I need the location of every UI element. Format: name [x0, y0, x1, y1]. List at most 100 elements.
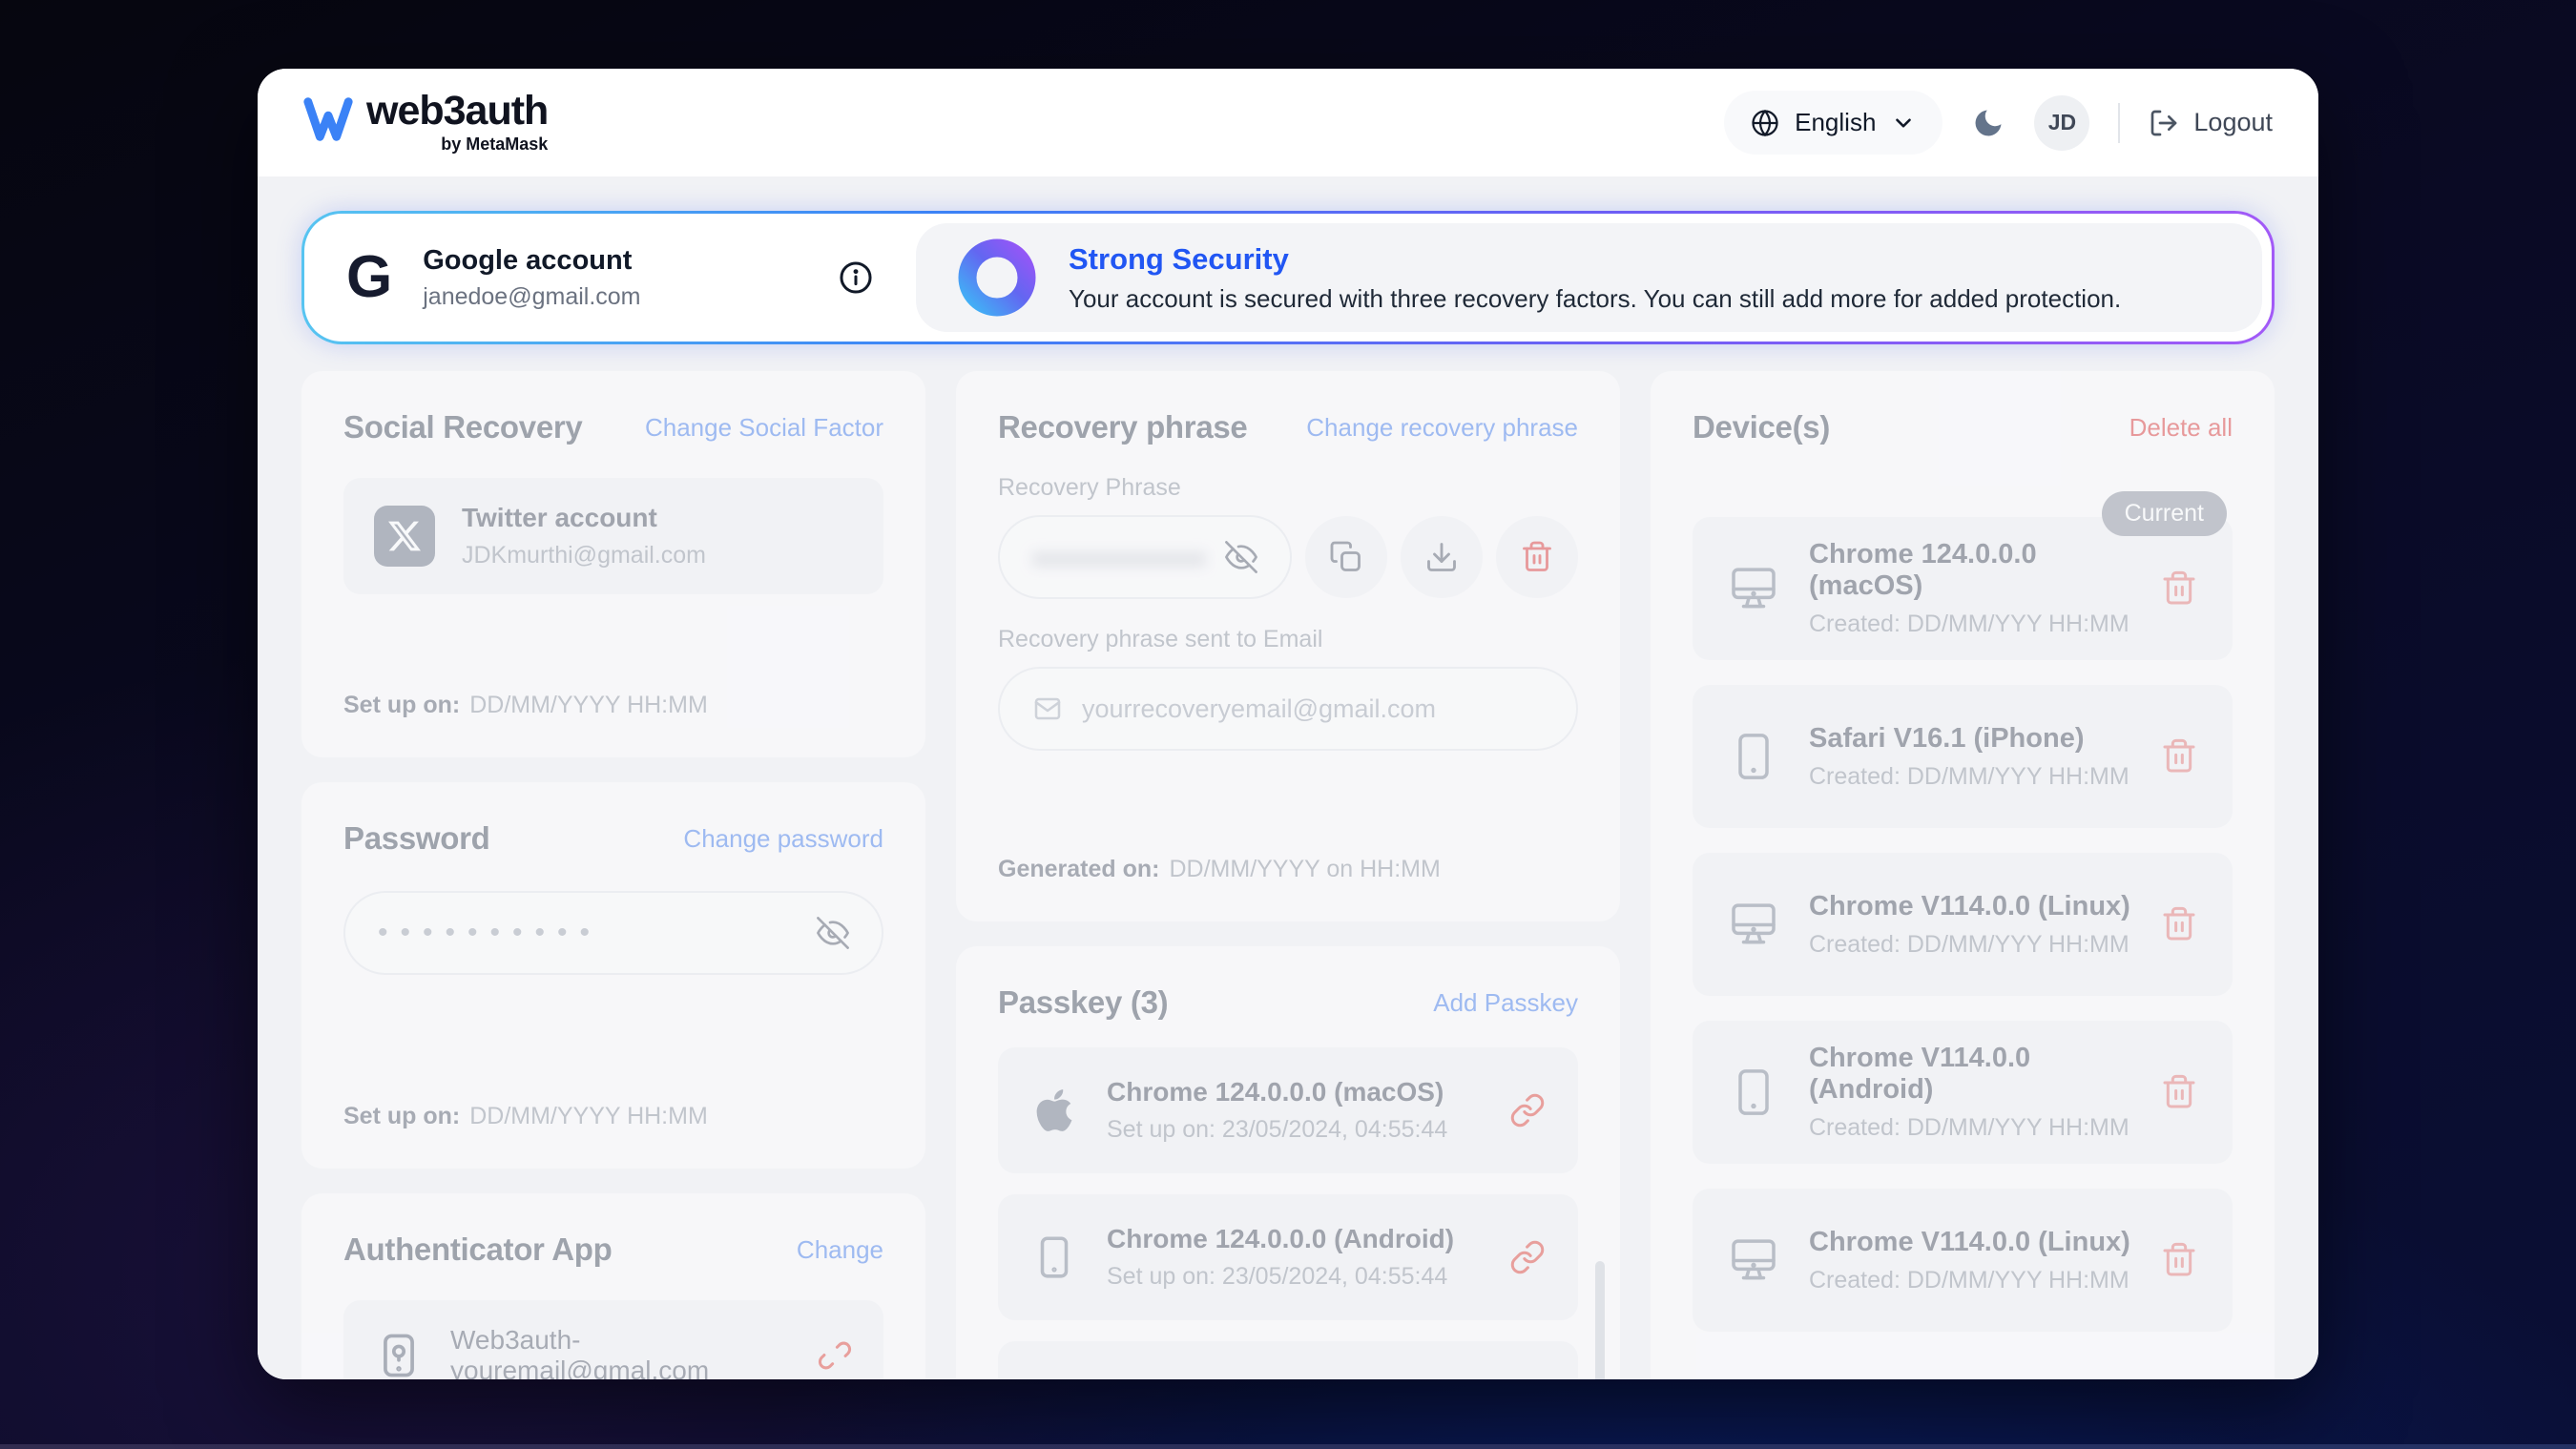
change-authenticator-link[interactable]: Change	[797, 1235, 883, 1265]
smartphone-icon	[1030, 1233, 1078, 1281]
devices-title: Device(s)	[1693, 409, 1830, 445]
device-item: Safari V16.1 (iPhone) Created: DD/MM/YYY…	[1693, 685, 2233, 828]
twitter-account-title: Twitter account	[462, 503, 706, 533]
recovery-email-value: yourrecoveryemail@gmail.com	[1082, 694, 1436, 724]
recovery-phrase-title: Recovery phrase	[998, 409, 1247, 445]
apple-icon	[1030, 1087, 1078, 1134]
google-icon: G	[346, 248, 392, 307]
security-title: Strong Security	[1069, 242, 2121, 277]
security-banner: G Google account janedoe@gmail.com	[301, 211, 2275, 344]
authenticator-account: Web3auth-youremail@gmal.com	[450, 1325, 790, 1379]
password-masked-value: ••••••••••	[378, 919, 602, 947]
download-button[interactable]	[1401, 516, 1483, 598]
social-recovery-card: Social Recovery Change Social Factor Twi…	[301, 371, 925, 757]
logout-icon	[2149, 108, 2179, 138]
passkey-link-icon[interactable]	[1509, 1239, 1546, 1275]
change-password-link[interactable]: Change password	[683, 824, 883, 854]
mail-icon	[1032, 693, 1063, 724]
device-item: Chrome V114.0.0 (Android) Created: DD/MM…	[1693, 1021, 2233, 1164]
device-item: Chrome V114.0.0 (Linux) Created: DD/MM/Y…	[1693, 1189, 2233, 1332]
header-divider	[2118, 103, 2120, 143]
brand-byline: by MetaMask	[441, 135, 548, 155]
connected-account: G Google account janedoe@gmail.com	[304, 214, 916, 342]
account-title: Google account	[423, 245, 640, 277]
page: web3auth by MetaMask English	[0, 0, 2576, 1449]
password-card: Password Change password •••••••••• Set …	[301, 782, 925, 1169]
logout-button[interactable]: Logout	[2149, 108, 2273, 138]
eye-off-icon[interactable]	[817, 917, 849, 949]
dark-mode-toggle-moon-icon[interactable]	[1971, 106, 2005, 140]
authenticator-phone-icon	[374, 1331, 424, 1379]
copy-button[interactable]	[1305, 516, 1387, 598]
delete-phrase-button[interactable]	[1496, 516, 1578, 598]
smartphone-icon	[1727, 1066, 1780, 1119]
language-label: English	[1795, 108, 1876, 137]
recovery-phrase-masked: xxxxxxxxxxxxxx	[1032, 543, 1206, 572]
password-title: Password	[343, 820, 490, 857]
delete-device-icon[interactable]	[2160, 737, 2198, 776]
user-avatar[interactable]: JD	[2034, 95, 2089, 151]
add-passkey-link[interactable]: Add Passkey	[1433, 988, 1578, 1018]
web3auth-logo-icon	[303, 94, 353, 144]
device-item: Chrome 124.0.0.0 (macOS) Created: DD/MM/…	[1693, 517, 2233, 660]
twitter-account-item: Twitter account JDKmurthi@gmail.com	[343, 478, 883, 594]
brand-name: web3auth	[366, 91, 548, 132]
passkey-item: Rome 24.456.355.98	[998, 1341, 1578, 1379]
info-icon[interactable]	[838, 259, 874, 296]
security-ring-icon	[958, 238, 1036, 317]
change-social-factor-link[interactable]: Change Social Factor	[645, 413, 883, 443]
authenticator-card: Authenticator App Change Web3auth-yourem…	[301, 1193, 925, 1379]
delete-device-icon[interactable]	[2160, 1073, 2198, 1111]
delete-device-icon[interactable]	[2160, 1241, 2198, 1279]
passkey-title: Passkey (3)	[998, 984, 1168, 1021]
avatar-initials: JD	[2048, 110, 2076, 135]
password-field[interactable]: ••••••••••	[343, 891, 883, 975]
web3auth-logo: web3auth by MetaMask	[303, 91, 548, 155]
unlink-icon[interactable]	[817, 1337, 853, 1374]
recovery-phrase-card: Recovery phrase Change recovery phrase R…	[956, 371, 1620, 921]
security-status: Strong Security Your account is secured …	[916, 223, 2262, 332]
x-twitter-icon	[374, 506, 435, 567]
social-recovery-title: Social Recovery	[343, 409, 582, 445]
page-bottom-accent	[0, 1444, 2576, 1449]
change-recovery-phrase-link[interactable]: Change recovery phrase	[1306, 413, 1578, 443]
twitter-account-email: JDKmurthi@gmail.com	[462, 542, 706, 569]
logout-label: Logout	[2193, 108, 2273, 137]
devices-card: Device(s) Delete all Current	[1651, 371, 2275, 1379]
passkey-item: Chrome 124.0.0.0 (macOS) Set up on: 23/0…	[998, 1047, 1578, 1173]
globe-icon	[1751, 109, 1779, 137]
eye-off-icon[interactable]	[1225, 541, 1257, 573]
password-setup-on: Set up on:DD/MM/YYYY HH:MM	[343, 1103, 883, 1130]
recovery-phrase-label: Recovery Phrase	[998, 474, 1578, 502]
smartphone-icon	[1727, 730, 1780, 783]
main-card: web3auth by MetaMask English	[258, 69, 2318, 1379]
passkey-link-icon[interactable]	[1509, 1092, 1546, 1128]
passkey-list: Chrome 124.0.0.0 (macOS) Set up on: 23/0…	[998, 1047, 1578, 1379]
social-setup-on: Set up on:DD/MM/YYYY HH:MM	[343, 692, 883, 719]
device-list: Current Chrome 124.0.0.0 (macOS)	[1693, 470, 2233, 1332]
content: G Google account janedoe@gmail.com	[258, 176, 2318, 1379]
authenticator-title: Authenticator App	[343, 1232, 613, 1268]
recovery-phrase-field[interactable]: xxxxxxxxxxxxxx	[998, 515, 1292, 599]
chevron-down-icon	[1891, 111, 1916, 135]
passkey-card: Passkey (3) Add Passkey	[956, 946, 1620, 1379]
security-description: Your account is secured with three recov…	[1069, 284, 2121, 314]
delete-all-link[interactable]: Delete all	[2129, 413, 2233, 443]
scrollbar-thumb[interactable]	[1595, 1261, 1605, 1379]
delete-device-icon[interactable]	[2160, 569, 2198, 608]
device-item: Chrome V114.0.0 (Linux) Created: DD/MM/Y…	[1693, 853, 2233, 996]
language-selector[interactable]: English	[1724, 91, 1942, 155]
recovery-email-field[interactable]: yourrecoveryemail@gmail.com	[998, 667, 1578, 751]
desktop-icon	[1727, 898, 1780, 951]
current-badge: Current	[2102, 491, 2227, 536]
desktop-icon	[1727, 1233, 1780, 1287]
authenticator-item: Web3auth-youremail@gmal.com	[343, 1300, 883, 1379]
recovery-email-label: Recovery phrase sent to Email	[998, 626, 1578, 653]
generated-on: Generated on:DD/MM/YYYY on HH:MM	[998, 856, 1578, 883]
account-email: janedoe@gmail.com	[423, 283, 640, 311]
delete-device-icon[interactable]	[2160, 905, 2198, 943]
factors-grid: Social Recovery Change Social Factor Twi…	[301, 371, 2275, 1341]
desktop-icon	[1727, 562, 1780, 615]
app-header: web3auth by MetaMask English	[258, 69, 2318, 176]
passkey-item: Chrome 124.0.0.0 (Android) Set up on: 23…	[998, 1194, 1578, 1320]
